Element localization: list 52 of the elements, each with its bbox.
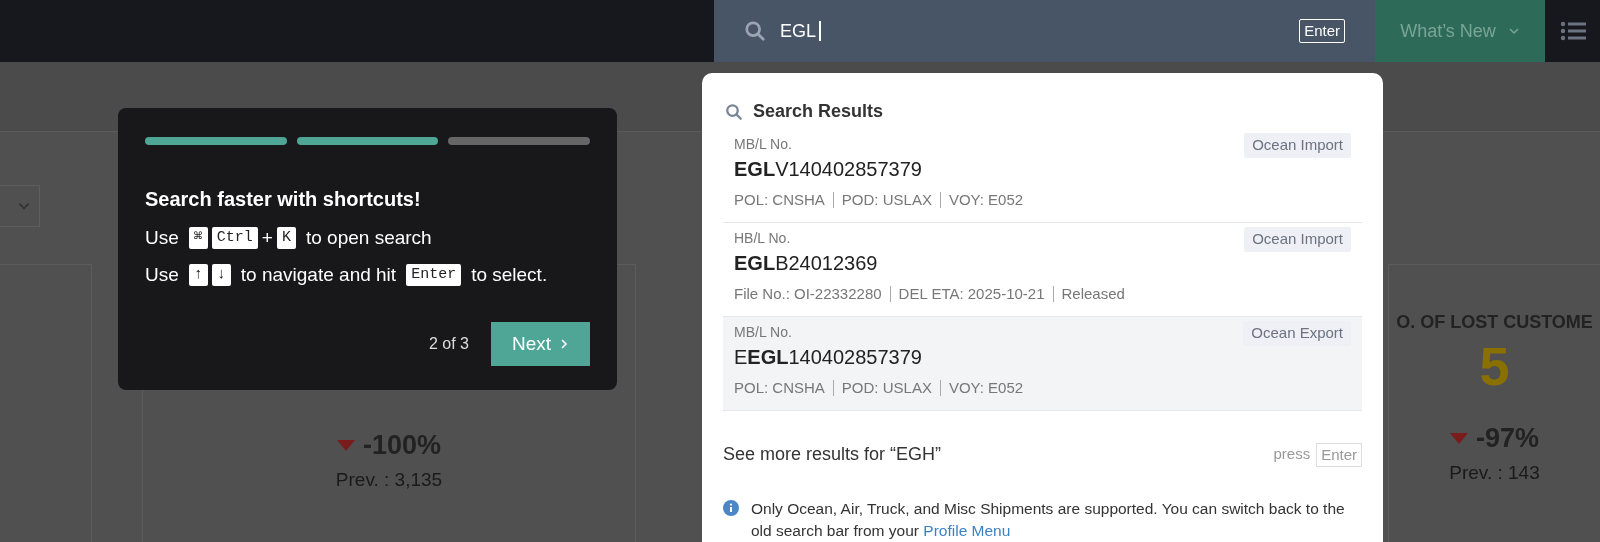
key-cap: Enter bbox=[406, 264, 462, 286]
tour-text: to select. bbox=[471, 262, 548, 287]
shipment-type-tag: Ocean Import bbox=[1244, 227, 1351, 252]
shipment-type-tag: Ocean Import bbox=[1244, 133, 1351, 158]
search-value: EGL bbox=[780, 19, 817, 43]
tour-text: to navigate and hit bbox=[240, 262, 397, 287]
search-field[interactable]: EGL Enter bbox=[714, 0, 1375, 62]
profile-menu-link[interactable]: Profile Menu bbox=[923, 522, 1011, 539]
info-icon bbox=[723, 500, 739, 516]
key-cap: K bbox=[276, 227, 296, 249]
result-number: EGLB24012369 bbox=[734, 251, 878, 276]
key-cap: ⌘ bbox=[188, 227, 208, 249]
see-more-link[interactable]: See more results for “EGH” bbox=[723, 441, 942, 468]
key-cap: ↑ bbox=[188, 264, 208, 286]
result-label: MB/L No. bbox=[734, 135, 792, 154]
enter-key-hint: Enter bbox=[1299, 19, 1345, 43]
result-detail: VOY: E052 bbox=[948, 190, 1024, 210]
search-result-item[interactable]: MB/L No. EEGL140402857379 POL: CNSHA POD: USLAX VOY: E052 Ocean Export bbox=[723, 317, 1362, 411]
result-label: MB/L No. bbox=[734, 323, 792, 342]
result-detail: POD: USLAX bbox=[841, 190, 932, 210]
result-detail: POD: USLAX bbox=[841, 378, 932, 398]
chevron-right-icon bbox=[559, 338, 570, 350]
enter-key-hint: Enter bbox=[1316, 442, 1362, 467]
press-hint: press bbox=[1273, 444, 1311, 465]
search-icon bbox=[744, 20, 766, 42]
text-caret bbox=[819, 21, 821, 41]
shipment-type-tag: Ocean Export bbox=[1243, 321, 1351, 346]
result-detail: POL: CNSHA bbox=[734, 190, 825, 210]
result-number: EEGL140402857379 bbox=[734, 345, 922, 370]
tour-title: Search faster with shortcuts! bbox=[145, 187, 422, 212]
stat-value: 5 bbox=[1479, 336, 1510, 396]
tour-text: Use bbox=[145, 262, 179, 287]
results-title: Search Results bbox=[753, 100, 884, 123]
step-counter: 2 of 3 bbox=[428, 334, 469, 354]
info-note: Only Ocean, Air, Truck, and Misc Shipments are supported. You can switch back to the old search bar from your Profile Menu bbox=[751, 499, 1346, 541]
key-cap: ↓ bbox=[211, 264, 231, 286]
result-detail: DEL ETA: 2025-10-21 bbox=[898, 284, 1045, 304]
down-triangle-icon bbox=[1450, 432, 1468, 444]
list-menu-icon[interactable] bbox=[1559, 20, 1586, 42]
key-cap: Ctrl bbox=[211, 227, 258, 249]
result-detail: Released bbox=[1061, 284, 1125, 304]
result-detail: File No.: OI-22332280 bbox=[734, 284, 882, 304]
tour-text: to open search bbox=[305, 225, 432, 250]
result-label: HB/L No. bbox=[734, 229, 791, 248]
chevron-down-icon bbox=[1507, 25, 1520, 37]
tour-text: Use bbox=[145, 225, 179, 250]
search-icon bbox=[725, 102, 743, 121]
down-triangle-icon bbox=[336, 439, 355, 451]
result-number: EGLV140402857379 bbox=[734, 157, 922, 182]
plus-sign: + bbox=[261, 225, 273, 250]
result-detail: POL: CNSHA bbox=[734, 378, 825, 398]
result-detail: VOY: E052 bbox=[948, 378, 1024, 398]
